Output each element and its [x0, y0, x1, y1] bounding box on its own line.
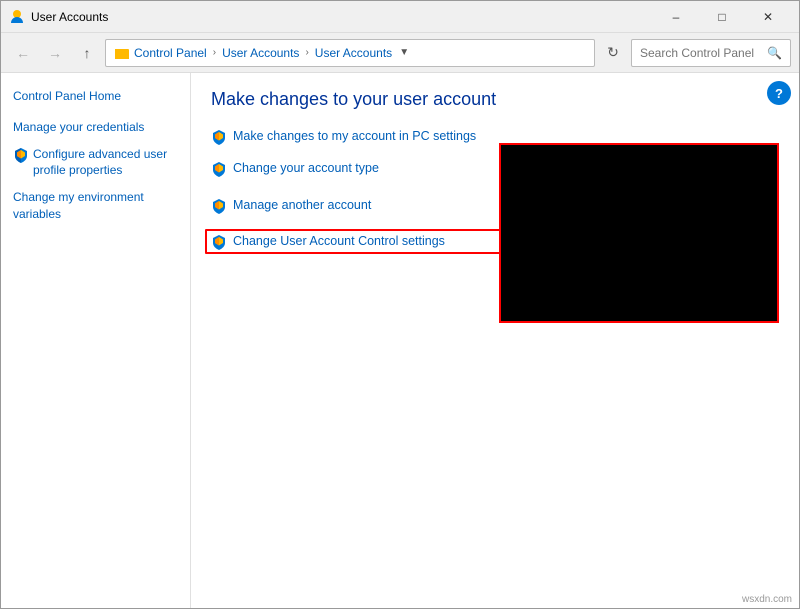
search-icon: 🔍 [767, 46, 782, 60]
action-manage-another-label: Manage another account [233, 197, 371, 215]
minimize-button[interactable]: – [653, 1, 699, 33]
action-change-account-type-label: Change your account type [233, 160, 379, 178]
refresh-button[interactable]: ↻ [599, 39, 627, 67]
maximize-button[interactable]: □ [699, 1, 745, 33]
breadcrumb-sep-1: › [213, 47, 216, 58]
sidebar: Control Panel Home Manage your credentia… [1, 73, 191, 608]
title-bar: User Accounts – □ ✕ [1, 1, 799, 33]
preview-box [499, 143, 779, 323]
sidebar-item-configure-advanced[interactable]: Configure advanced user profile properti… [1, 143, 190, 183]
sidebar-item-change-environment[interactable]: Change my environment variables [1, 186, 190, 226]
page-title: Make changes to your user account [211, 89, 779, 110]
search-input[interactable] [640, 46, 763, 60]
sidebar-item-manage-credentials[interactable]: Manage your credentials [1, 116, 190, 139]
action-change-uac-label: Change User Account Control settings [233, 233, 445, 251]
search-box[interactable]: 🔍 [631, 39, 791, 67]
action-make-changes-pc-label: Make changes to my account in PC setting… [233, 128, 476, 146]
watermark: wsxdn.com [742, 594, 792, 605]
forward-button[interactable]: → [41, 39, 69, 67]
back-button[interactable]: ← [9, 39, 37, 67]
address-bar: ← → ↑ Control Panel › User Accounts › Us… [1, 33, 799, 73]
breadcrumb-user-accounts-1[interactable]: User Accounts [222, 46, 299, 60]
up-button[interactable]: ↑ [73, 39, 101, 67]
address-dropdown-button[interactable]: ▼ [396, 39, 412, 67]
sidebar-item-configure-advanced-label: Configure advanced user profile properti… [33, 146, 178, 180]
main-panel: ? Make changes to your user account Make… [191, 73, 799, 608]
breadcrumb-sep-2: › [305, 47, 308, 58]
window: User Accounts – □ ✕ ← → ↑ Control Panel … [0, 0, 800, 609]
breadcrumb-control-panel[interactable]: Control Panel [134, 46, 207, 60]
window-controls: – □ ✕ [653, 1, 791, 33]
sidebar-item-control-panel-home[interactable]: Control Panel Home [1, 85, 190, 108]
address-field[interactable]: Control Panel › User Accounts › User Acc… [105, 39, 595, 67]
close-button[interactable]: ✕ [745, 1, 791, 33]
window-icon [9, 9, 25, 25]
window-title: User Accounts [31, 10, 653, 24]
breadcrumb-user-accounts-2[interactable]: User Accounts [315, 46, 392, 60]
content-area: Control Panel Home Manage your credentia… [1, 73, 799, 608]
help-button[interactable]: ? [767, 81, 791, 105]
